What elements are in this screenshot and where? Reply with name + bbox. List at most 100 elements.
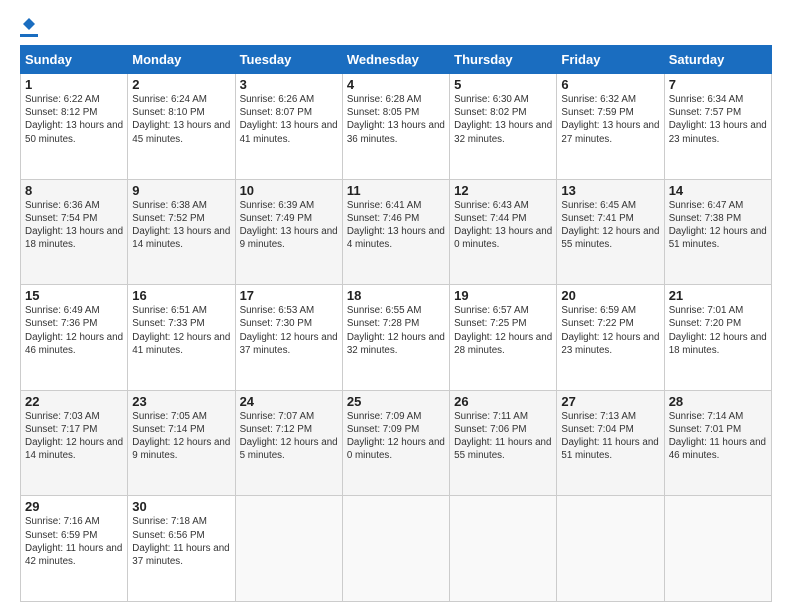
- calendar-cell: 25 Sunrise: 7:09 AMSunset: 7:09 PMDaylig…: [342, 390, 449, 496]
- day-number: 20: [561, 288, 659, 303]
- day-number: 1: [25, 77, 123, 92]
- day-detail: Sunrise: 6:45 AMSunset: 7:41 PMDaylight:…: [561, 199, 659, 252]
- day-detail: Sunrise: 7:03 AMSunset: 7:17 PMDaylight:…: [25, 410, 123, 463]
- day-number: 10: [240, 183, 338, 198]
- logo: [20, 16, 38, 37]
- day-number: 8: [25, 183, 123, 198]
- calendar-cell: 11 Sunrise: 6:41 AMSunset: 7:46 PMDaylig…: [342, 179, 449, 285]
- calendar-cell: [664, 496, 771, 602]
- day-number: 25: [347, 394, 445, 409]
- calendar-cell: 23 Sunrise: 7:05 AMSunset: 7:14 PMDaylig…: [128, 390, 235, 496]
- day-number: 26: [454, 394, 552, 409]
- day-detail: Sunrise: 6:34 AMSunset: 7:57 PMDaylight:…: [669, 93, 767, 146]
- calendar-cell: 10 Sunrise: 6:39 AMSunset: 7:49 PMDaylig…: [235, 179, 342, 285]
- calendar-cell: [557, 496, 664, 602]
- day-number: 15: [25, 288, 123, 303]
- day-detail: Sunrise: 7:16 AMSunset: 6:59 PMDaylight:…: [25, 515, 123, 568]
- day-number: 3: [240, 77, 338, 92]
- day-detail: Sunrise: 6:38 AMSunset: 7:52 PMDaylight:…: [132, 199, 230, 252]
- day-detail: Sunrise: 6:22 AMSunset: 8:12 PMDaylight:…: [25, 93, 123, 146]
- calendar-cell: 20 Sunrise: 6:59 AMSunset: 7:22 PMDaylig…: [557, 285, 664, 391]
- day-detail: Sunrise: 6:51 AMSunset: 7:33 PMDaylight:…: [132, 304, 230, 357]
- day-number: 12: [454, 183, 552, 198]
- calendar-cell: 24 Sunrise: 7:07 AMSunset: 7:12 PMDaylig…: [235, 390, 342, 496]
- day-number: 9: [132, 183, 230, 198]
- day-detail: Sunrise: 6:41 AMSunset: 7:46 PMDaylight:…: [347, 199, 445, 252]
- weekday-thursday: Thursday: [450, 46, 557, 74]
- day-number: 17: [240, 288, 338, 303]
- calendar-cell: 16 Sunrise: 6:51 AMSunset: 7:33 PMDaylig…: [128, 285, 235, 391]
- day-detail: Sunrise: 7:11 AMSunset: 7:06 PMDaylight:…: [454, 410, 552, 463]
- day-detail: Sunrise: 7:18 AMSunset: 6:56 PMDaylight:…: [132, 515, 230, 568]
- calendar-cell: 18 Sunrise: 6:55 AMSunset: 7:28 PMDaylig…: [342, 285, 449, 391]
- day-number: 7: [669, 77, 767, 92]
- header: [20, 16, 772, 37]
- weekday-saturday: Saturday: [664, 46, 771, 74]
- weekday-friday: Friday: [557, 46, 664, 74]
- calendar-cell: 19 Sunrise: 6:57 AMSunset: 7:25 PMDaylig…: [450, 285, 557, 391]
- day-detail: Sunrise: 6:32 AMSunset: 7:59 PMDaylight:…: [561, 93, 659, 146]
- calendar-cell: [450, 496, 557, 602]
- day-number: 13: [561, 183, 659, 198]
- calendar-cell: 2 Sunrise: 6:24 AMSunset: 8:10 PMDayligh…: [128, 74, 235, 180]
- day-detail: Sunrise: 6:59 AMSunset: 7:22 PMDaylight:…: [561, 304, 659, 357]
- calendar-cell: 22 Sunrise: 7:03 AMSunset: 7:17 PMDaylig…: [21, 390, 128, 496]
- day-detail: Sunrise: 6:43 AMSunset: 7:44 PMDaylight:…: [454, 199, 552, 252]
- weekday-header-row: SundayMondayTuesdayWednesdayThursdayFrid…: [21, 46, 772, 74]
- calendar-cell: 6 Sunrise: 6:32 AMSunset: 7:59 PMDayligh…: [557, 74, 664, 180]
- day-number: 27: [561, 394, 659, 409]
- weekday-sunday: Sunday: [21, 46, 128, 74]
- day-number: 2: [132, 77, 230, 92]
- day-number: 30: [132, 499, 230, 514]
- calendar-cell: 26 Sunrise: 7:11 AMSunset: 7:06 PMDaylig…: [450, 390, 557, 496]
- calendar-cell: 4 Sunrise: 6:28 AMSunset: 8:05 PMDayligh…: [342, 74, 449, 180]
- day-number: 24: [240, 394, 338, 409]
- calendar-cell: 17 Sunrise: 6:53 AMSunset: 7:30 PMDaylig…: [235, 285, 342, 391]
- day-detail: Sunrise: 6:26 AMSunset: 8:07 PMDaylight:…: [240, 93, 338, 146]
- logo-icon: [21, 16, 37, 32]
- calendar-cell: [235, 496, 342, 602]
- calendar-cell: [342, 496, 449, 602]
- day-detail: Sunrise: 6:49 AMSunset: 7:36 PMDaylight:…: [25, 304, 123, 357]
- day-detail: Sunrise: 6:30 AMSunset: 8:02 PMDaylight:…: [454, 93, 552, 146]
- calendar-cell: 14 Sunrise: 6:47 AMSunset: 7:38 PMDaylig…: [664, 179, 771, 285]
- day-number: 28: [669, 394, 767, 409]
- day-detail: Sunrise: 6:55 AMSunset: 7:28 PMDaylight:…: [347, 304, 445, 357]
- page: SundayMondayTuesdayWednesdayThursdayFrid…: [0, 0, 792, 612]
- day-number: 23: [132, 394, 230, 409]
- day-detail: Sunrise: 7:09 AMSunset: 7:09 PMDaylight:…: [347, 410, 445, 463]
- weekday-monday: Monday: [128, 46, 235, 74]
- day-number: 6: [561, 77, 659, 92]
- calendar-cell: 30 Sunrise: 7:18 AMSunset: 6:56 PMDaylig…: [128, 496, 235, 602]
- calendar-cell: 3 Sunrise: 6:26 AMSunset: 8:07 PMDayligh…: [235, 74, 342, 180]
- weekday-wednesday: Wednesday: [342, 46, 449, 74]
- calendar-cell: 1 Sunrise: 6:22 AMSunset: 8:12 PMDayligh…: [21, 74, 128, 180]
- calendar-cell: 13 Sunrise: 6:45 AMSunset: 7:41 PMDaylig…: [557, 179, 664, 285]
- logo-underline: [20, 34, 38, 37]
- day-detail: Sunrise: 7:14 AMSunset: 7:01 PMDaylight:…: [669, 410, 767, 463]
- calendar-cell: 29 Sunrise: 7:16 AMSunset: 6:59 PMDaylig…: [21, 496, 128, 602]
- day-detail: Sunrise: 7:05 AMSunset: 7:14 PMDaylight:…: [132, 410, 230, 463]
- day-detail: Sunrise: 6:36 AMSunset: 7:54 PMDaylight:…: [25, 199, 123, 252]
- calendar-cell: 9 Sunrise: 6:38 AMSunset: 7:52 PMDayligh…: [128, 179, 235, 285]
- calendar-cell: 28 Sunrise: 7:14 AMSunset: 7:01 PMDaylig…: [664, 390, 771, 496]
- day-detail: Sunrise: 7:13 AMSunset: 7:04 PMDaylight:…: [561, 410, 659, 463]
- day-number: 5: [454, 77, 552, 92]
- day-number: 18: [347, 288, 445, 303]
- day-detail: Sunrise: 6:47 AMSunset: 7:38 PMDaylight:…: [669, 199, 767, 252]
- day-number: 29: [25, 499, 123, 514]
- weekday-tuesday: Tuesday: [235, 46, 342, 74]
- day-detail: Sunrise: 6:24 AMSunset: 8:10 PMDaylight:…: [132, 93, 230, 146]
- calendar-cell: 15 Sunrise: 6:49 AMSunset: 7:36 PMDaylig…: [21, 285, 128, 391]
- day-number: 19: [454, 288, 552, 303]
- day-detail: Sunrise: 6:57 AMSunset: 7:25 PMDaylight:…: [454, 304, 552, 357]
- calendar-cell: 7 Sunrise: 6:34 AMSunset: 7:57 PMDayligh…: [664, 74, 771, 180]
- calendar-cell: 27 Sunrise: 7:13 AMSunset: 7:04 PMDaylig…: [557, 390, 664, 496]
- day-detail: Sunrise: 7:07 AMSunset: 7:12 PMDaylight:…: [240, 410, 338, 463]
- day-number: 16: [132, 288, 230, 303]
- day-detail: Sunrise: 6:53 AMSunset: 7:30 PMDaylight:…: [240, 304, 338, 357]
- calendar-cell: 21 Sunrise: 7:01 AMSunset: 7:20 PMDaylig…: [664, 285, 771, 391]
- day-number: 11: [347, 183, 445, 198]
- calendar-table: SundayMondayTuesdayWednesdayThursdayFrid…: [20, 45, 772, 602]
- day-number: 4: [347, 77, 445, 92]
